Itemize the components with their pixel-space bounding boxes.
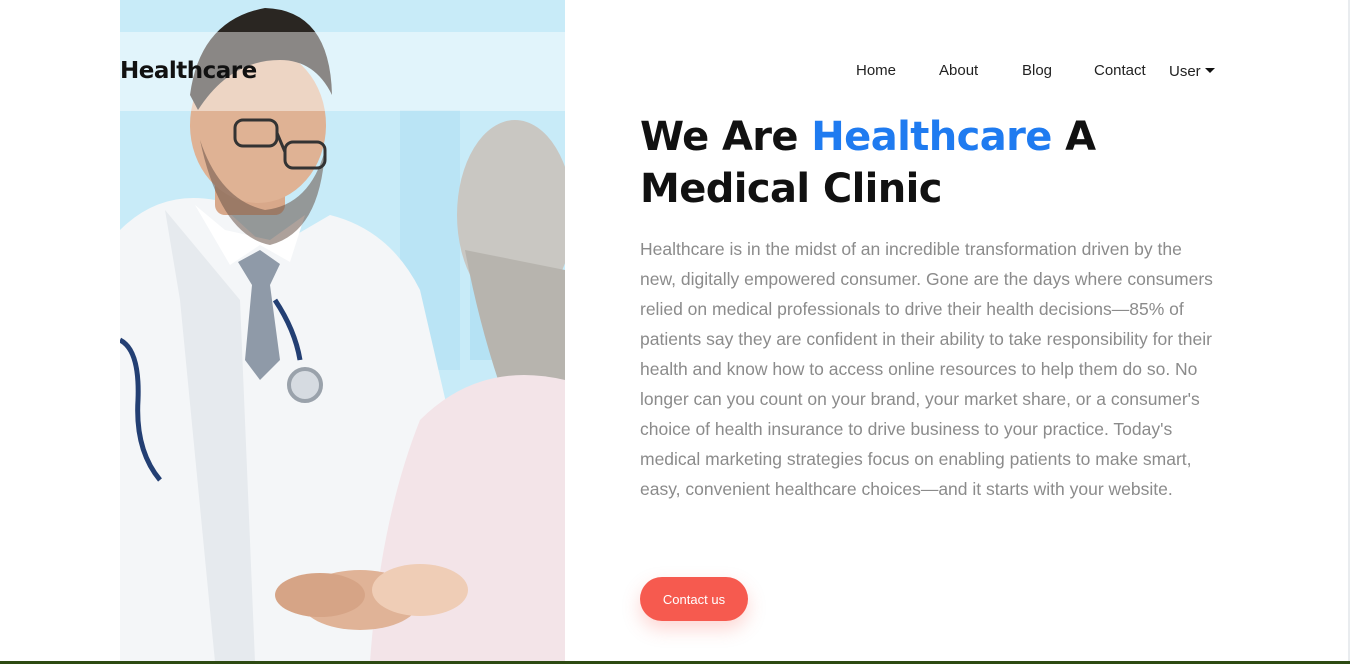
site-logo[interactable]: Healthcare: [120, 58, 257, 84]
caret-down-icon: [1204, 67, 1215, 73]
nav-contact-link[interactable]: Contact: [1094, 62, 1146, 79]
hero-title: We Are Healthcare A Medical Clinic: [640, 111, 1200, 215]
nav-home-link[interactable]: Home: [856, 62, 896, 79]
nav-blog-link[interactable]: Blog: [1022, 62, 1052, 79]
hero-title-accent: Healthcare: [811, 114, 1052, 160]
user-dropdown-label: User: [1169, 63, 1201, 80]
hero-description: Healthcare is in the midst of an incredi…: [640, 239, 1213, 499]
user-dropdown-toggle[interactable]: User: [1169, 63, 1215, 80]
contact-us-button[interactable]: Contact us: [640, 577, 748, 621]
nav-about-link[interactable]: About: [939, 62, 978, 79]
hero-title-part1: We Are: [640, 114, 812, 160]
